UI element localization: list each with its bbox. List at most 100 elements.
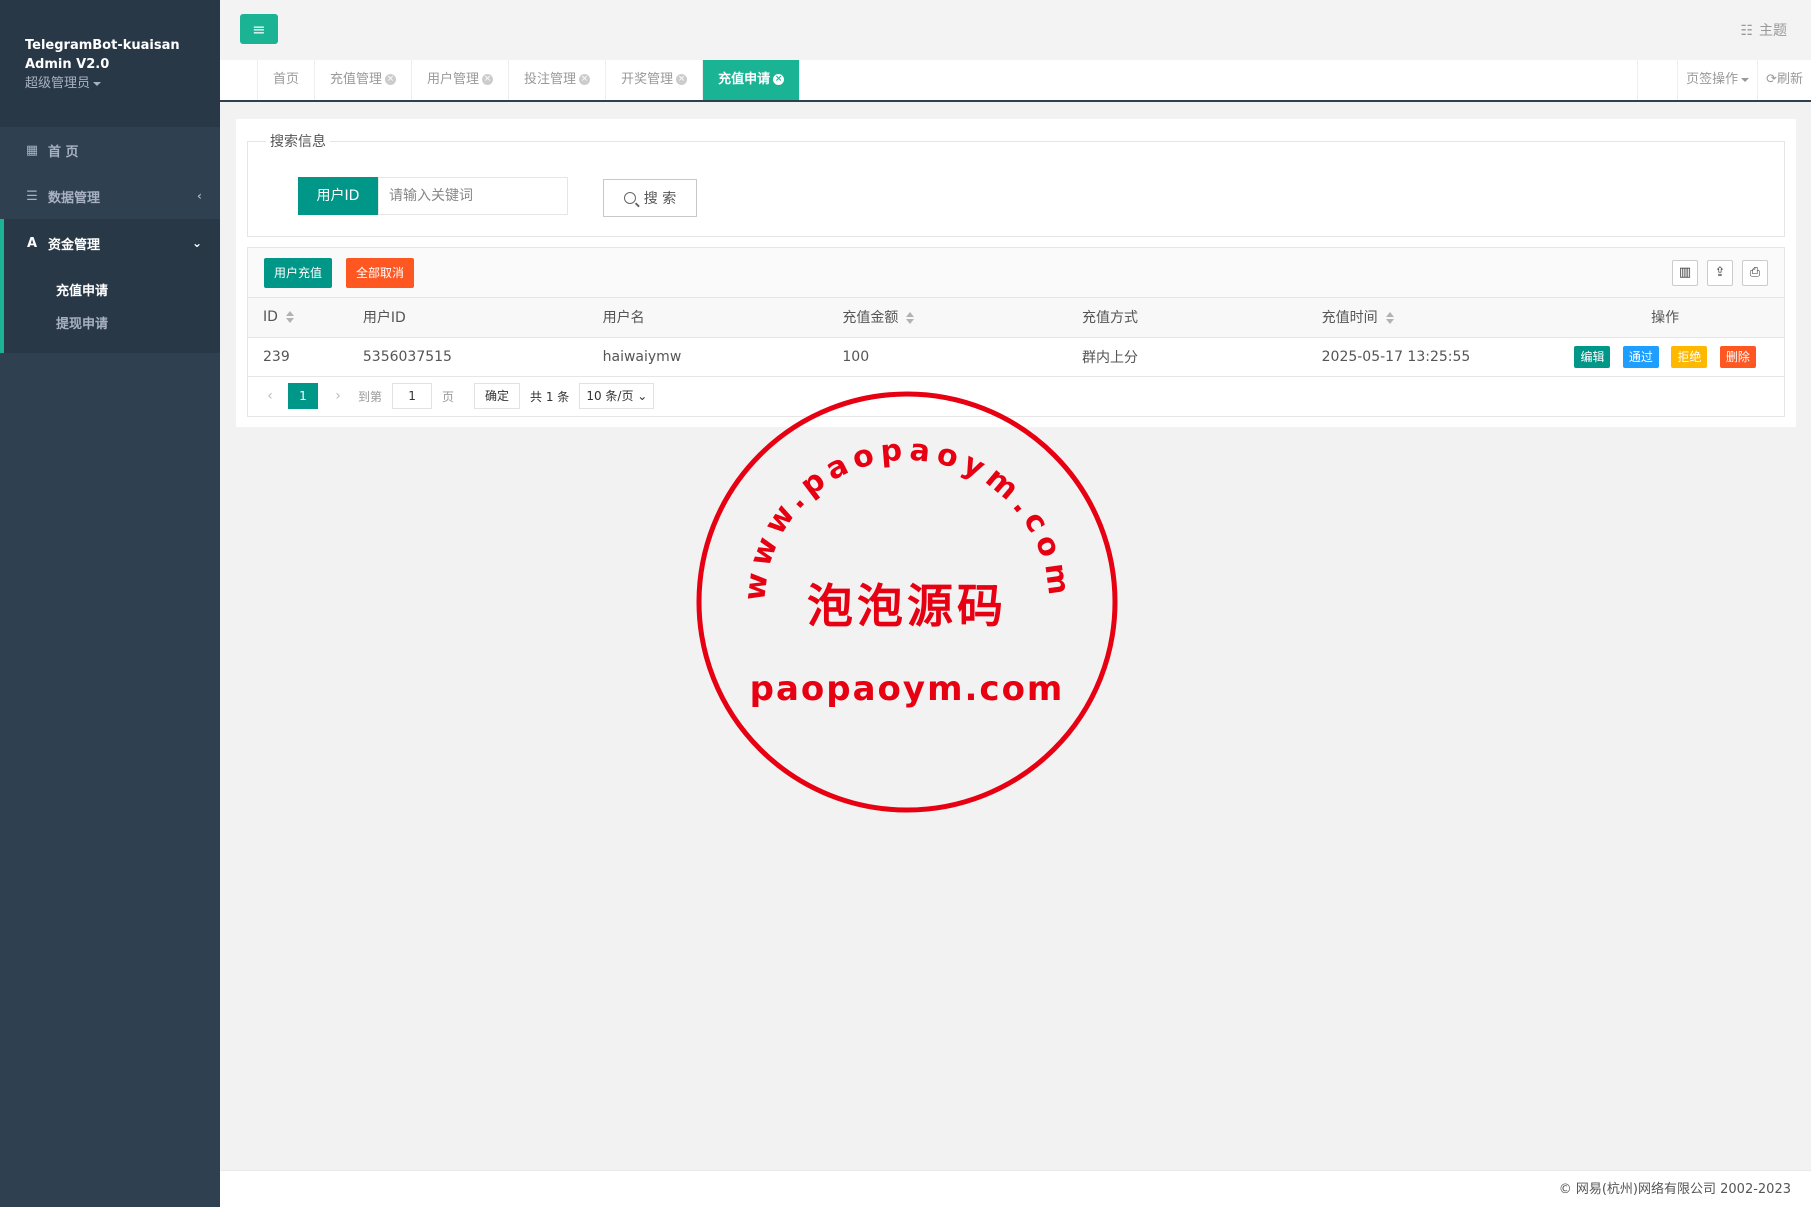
sort-icon[interactable] [906, 312, 915, 325]
edit-button[interactable]: 编辑 [1574, 345, 1611, 368]
tab-bet-manage[interactable]: 投注管理 × [509, 60, 607, 100]
cancel-all-button[interactable]: 全部取消 [346, 258, 415, 288]
column-header-id[interactable]: ID [248, 298, 348, 338]
tab-label: 充值管理 [330, 72, 383, 87]
table-tools: ▥ ⇪ ⎙ [1672, 260, 1768, 286]
sidebar-item-home[interactable]: ▦ 首 页 [0, 127, 220, 173]
search-field-label: 用户ID [298, 177, 378, 215]
page-number-input[interactable]: 1 [392, 383, 433, 409]
sidebar-subitem-recharge[interactable]: 充值申请 [4, 275, 220, 308]
tab-label: 用户管理 [427, 72, 480, 87]
table-row: 239 5356037515 haiwaiymw 100 群内上分 2025-0… [248, 337, 1784, 377]
tab-actions: 页签操作 ⟳刷新 [1637, 60, 1811, 100]
sort-icon[interactable] [285, 311, 294, 324]
search-button[interactable]: 搜 索 [603, 179, 697, 217]
caret-down-icon [93, 81, 102, 86]
total-count: 共 1 条 [530, 389, 570, 404]
page-size-select[interactable]: 10 条/页 ⌄ [579, 383, 655, 409]
sidebar-item-funds[interactable]: A 资金管理 ⌄ [0, 219, 220, 267]
chevron-down-icon: ⌄ [637, 389, 648, 403]
theme-button[interactable]: ☷ 主题 [1740, 20, 1787, 40]
page-size-value: 10 条/页 [586, 389, 634, 403]
cell-id: 239 [248, 337, 348, 377]
brand-title: TelegramBot-kuaisan [25, 38, 180, 53]
close-icon[interactable]: × [482, 74, 494, 85]
grid-icon: ▦ [25, 142, 39, 158]
delete-button[interactable]: 删除 [1719, 345, 1756, 368]
close-icon[interactable]: × [773, 74, 785, 85]
user-role-label: 超级管理员 [25, 76, 91, 91]
search-input[interactable] [378, 177, 568, 215]
export-icon[interactable]: ⇪ [1707, 260, 1733, 286]
sidebar-item-data[interactable]: ☰ 数据管理 ‹ [0, 173, 220, 219]
page-ops-dropdown[interactable]: 页签操作 [1677, 60, 1757, 100]
refresh-label: 刷新 [1776, 72, 1803, 87]
tabs-scroll-left[interactable] [220, 60, 258, 100]
approve-button[interactable]: 通过 [1622, 345, 1659, 368]
cell-method: 群内上分 [1067, 337, 1307, 377]
footer: © 网易(杭州)网络有限公司 2002-2023 [220, 1170, 1811, 1207]
tab-recharge-manage[interactable]: 充值管理 × [315, 60, 413, 100]
header-label: 充值方式 [1082, 310, 1139, 327]
sidebar-subnav: 充值申请 提现申请 [0, 267, 220, 353]
copyright-text: © 网易(杭州)网络有限公司 2002-2023 [1558, 1182, 1791, 1197]
menu-toggle-button[interactable]: ≡ [240, 14, 278, 44]
stamp-bottom-text: paopaoym.com [750, 669, 1065, 709]
close-icon[interactable]: × [385, 74, 397, 85]
sort-icon[interactable] [1385, 312, 1394, 325]
page-ops-label: 页签操作 [1686, 72, 1739, 87]
tab-user-manage[interactable]: 用户管理 × [412, 60, 510, 100]
tab-home[interactable]: 首页 [258, 60, 316, 100]
prev-page-icon[interactable]: ‹ [260, 388, 280, 404]
close-icon[interactable]: × [676, 74, 688, 85]
refresh-button[interactable]: ⟳刷新 [1757, 60, 1811, 100]
print-icon[interactable]: ⎙ [1742, 260, 1768, 286]
header-label: 充值金额 [842, 310, 899, 327]
tab-label: 首页 [273, 72, 300, 87]
tab-label: 开奖管理 [621, 72, 674, 87]
tabs-bar: 首页 充值管理 × 用户管理 × 投注管理 × 开奖管理 × 充值申请 × 页签操作 ⟳刷… [220, 60, 1811, 102]
tabs-scroll-right[interactable] [1637, 60, 1677, 100]
cell-user-id: 5356037515 [347, 337, 588, 377]
column-header-user-id: 用户ID [347, 298, 588, 338]
theme-label: 主题 [1759, 23, 1787, 39]
close-icon[interactable]: × [579, 74, 591, 85]
stamp-center-text: 泡泡源码 [807, 579, 1007, 633]
user-role-dropdown[interactable]: 超级管理员 [25, 74, 220, 93]
sidebar-subitem-withdraw[interactable]: 提现申请 [4, 308, 220, 341]
goto-label: 到第 [358, 389, 383, 404]
column-header-username: 用户名 [587, 298, 828, 338]
user-recharge-button[interactable]: 用户充值 [264, 258, 333, 288]
goto-confirm-button[interactable]: 确定 [474, 383, 521, 409]
column-header-time[interactable]: 充值时间 [1306, 298, 1547, 338]
header-label: 用户名 [602, 310, 645, 327]
tab-draw-manage[interactable]: 开奖管理 × [606, 60, 704, 100]
tab-label: 投注管理 [524, 72, 577, 87]
stamp-arc-text: www.paopaoym.com [737, 432, 1077, 602]
sidebar: TelegramBot-kuaisan Admin V2.0 超级管理员 ▦ 首… [0, 0, 220, 1207]
watermark-stamp: www.paopaoym.com 泡泡源码 paopaoym.com [696, 391, 1118, 813]
next-page-icon[interactable]: › [328, 388, 348, 404]
search-icon [623, 192, 636, 204]
hamburger-icon: ≡ [252, 19, 266, 39]
tab-recharge-apply[interactable]: 充值申请 × [703, 60, 801, 100]
theme-icon: ☷ [1740, 23, 1753, 39]
tab-list: 首页 充值管理 × 用户管理 × 投注管理 × 开奖管理 × 充值申请 × [258, 60, 801, 100]
column-header-amount[interactable]: 充值金额 [827, 298, 1068, 338]
tab-label: 充值申请 [718, 72, 771, 87]
top-bar: ≡ ☷ 主题 [220, 0, 1811, 60]
cell-username: haiwaiymw [587, 337, 828, 377]
cell-amount: 100 [827, 337, 1068, 377]
current-page[interactable]: 1 [288, 383, 318, 409]
brand-block: TelegramBot-kuaisan Admin V2.0 超级管理员 [0, 0, 220, 127]
reject-button[interactable]: 拒绝 [1671, 345, 1708, 368]
cell-time: 2025-05-17 13:25:55 [1306, 337, 1547, 377]
columns-icon[interactable]: ▥ [1672, 260, 1698, 286]
sidebar-item-label: 数据管理 [48, 190, 101, 206]
list-icon: ☰ [26, 188, 38, 204]
sidebar-item-label: 资金管理 [48, 237, 101, 253]
main-panel: 搜索信息 用户ID 搜 索 用户充值 全部取消 ▥ ⇪ ⎙ ID 用户ID 用户… [236, 119, 1796, 427]
search-legend: 搜索信息 [270, 134, 326, 150]
header-label: 充值时间 [1321, 310, 1378, 327]
column-header-actions: 操作 [1546, 298, 1784, 338]
